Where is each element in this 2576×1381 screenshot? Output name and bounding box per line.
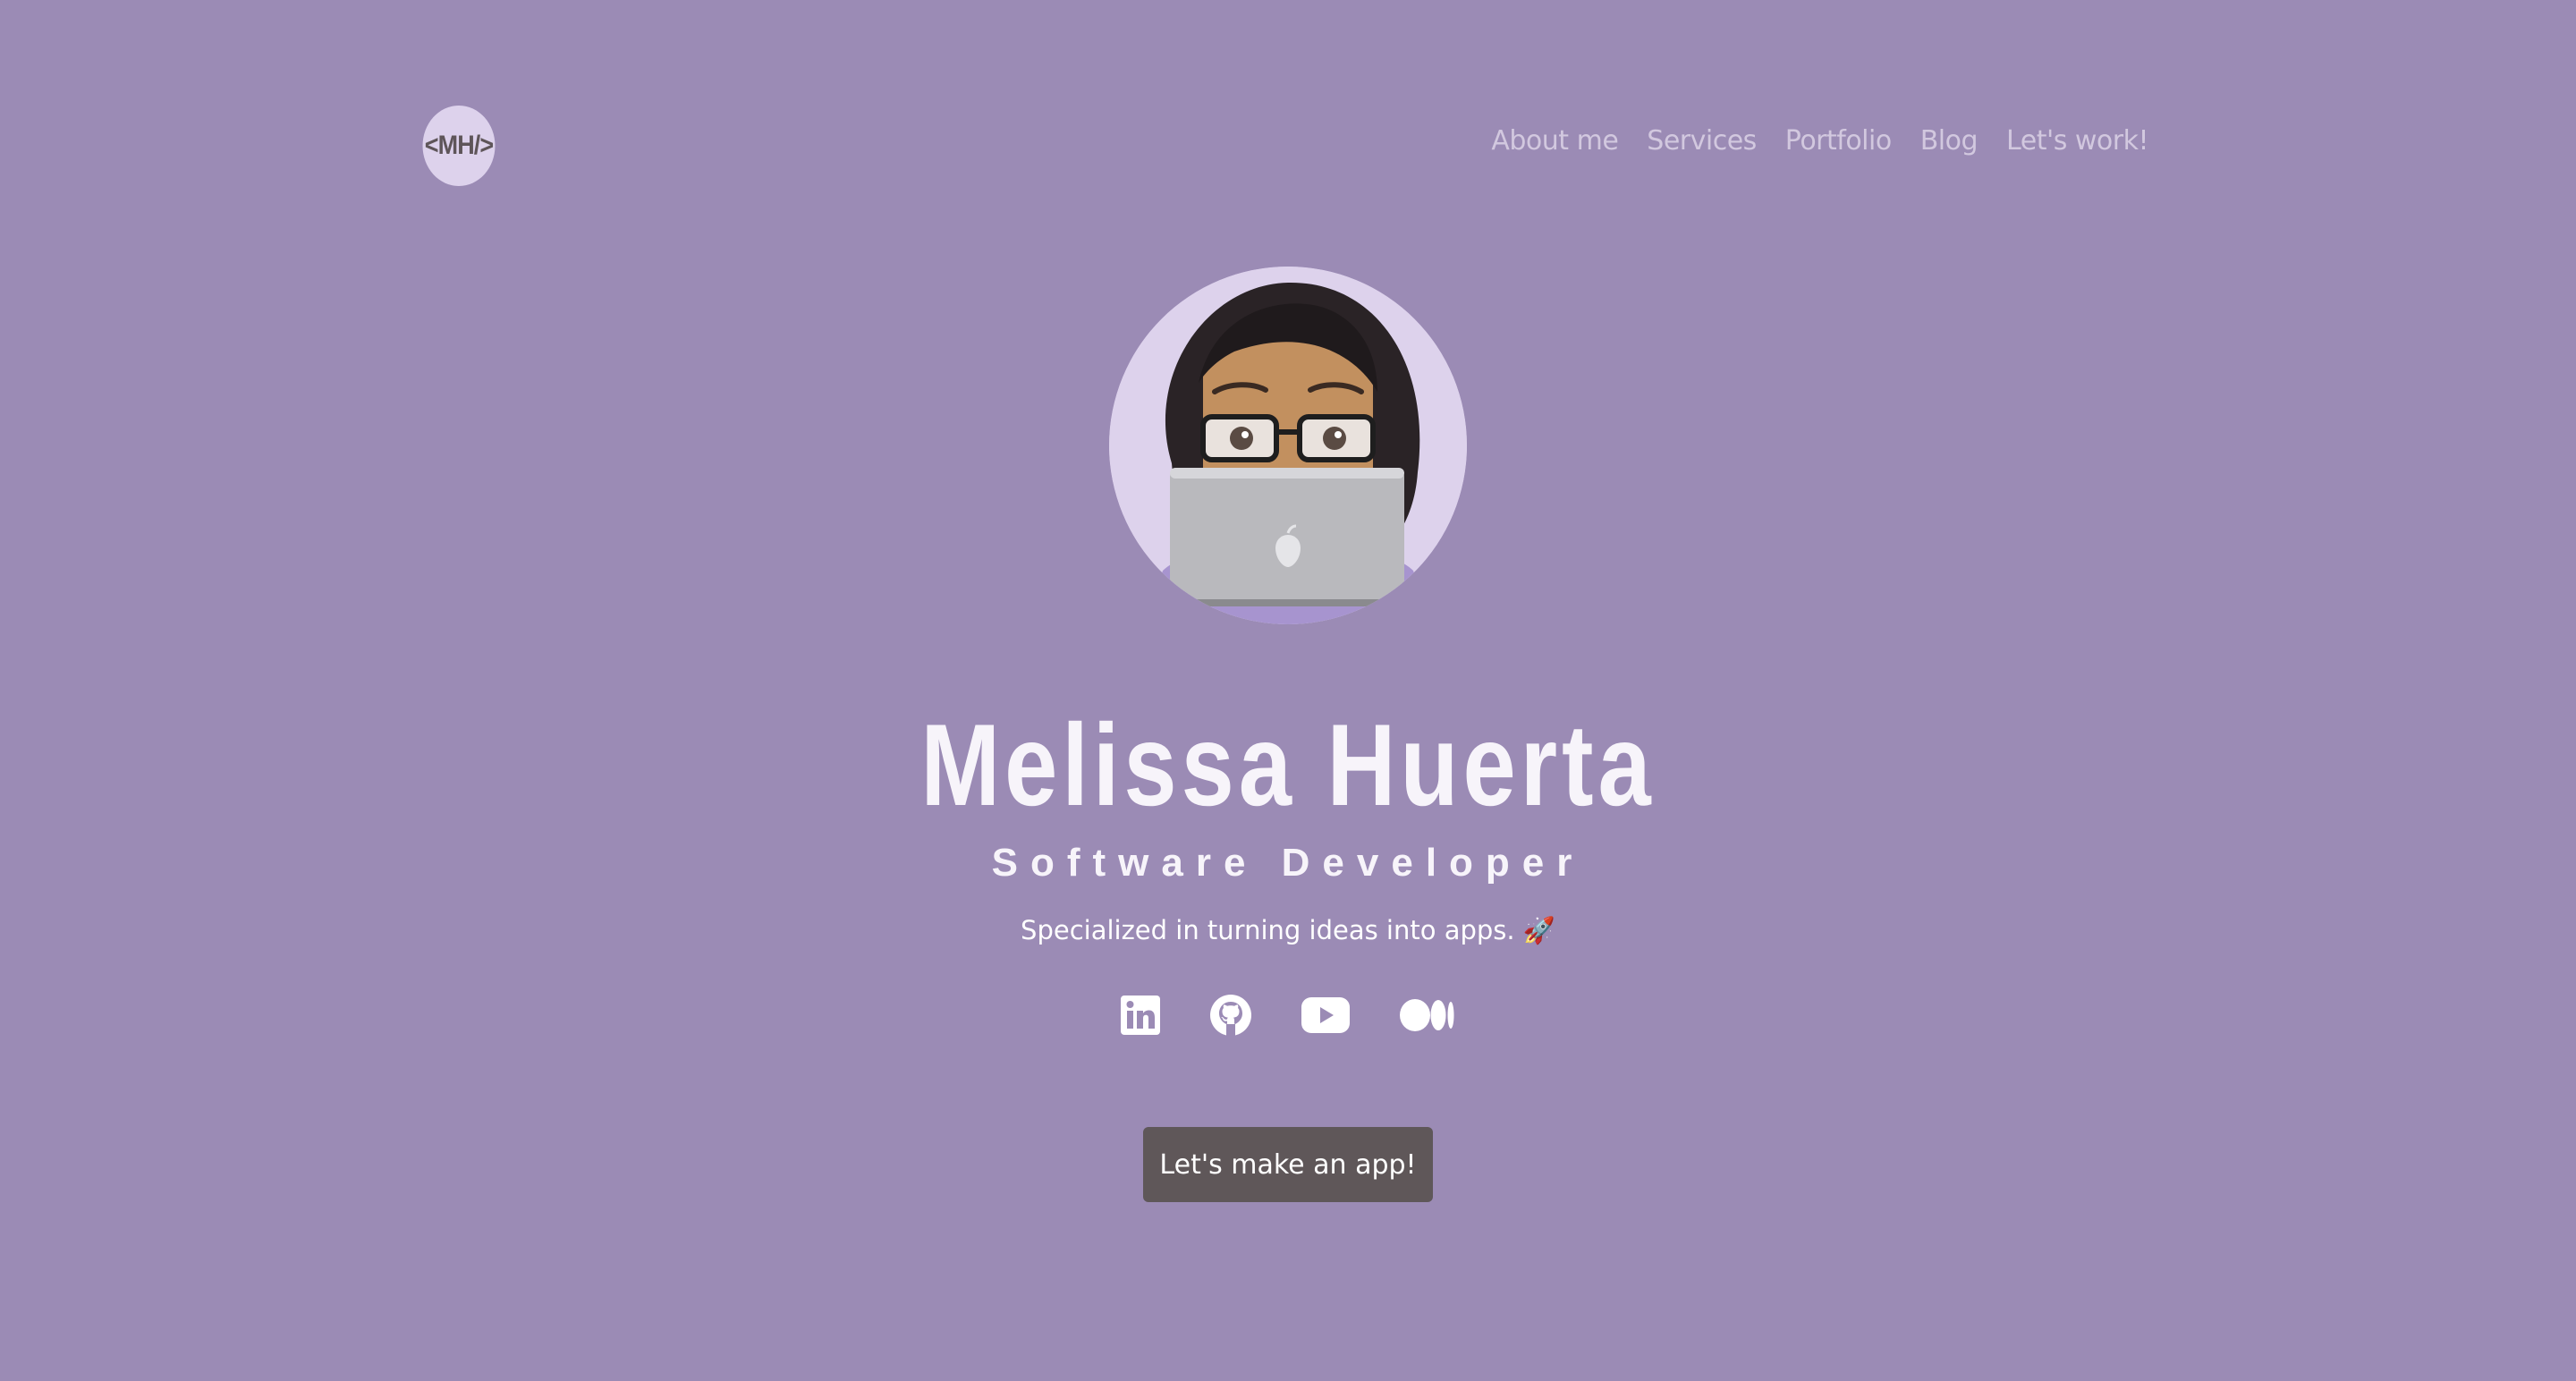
social-links [0, 995, 2576, 1036]
nav-item-services[interactable]: Services [1647, 125, 1757, 157]
hero-role: Software Developer [991, 841, 1585, 885]
avatar [1109, 267, 1467, 624]
hero-tagline: Specialized in turning ideas into apps. … [1021, 915, 1555, 945]
nav-item-portfolio[interactable]: Portfolio [1785, 125, 1892, 157]
linkedin-icon[interactable] [1121, 996, 1160, 1035]
hero-name: Melissa Huerta [920, 699, 1656, 830]
youtube-icon[interactable] [1301, 997, 1350, 1033]
nav-item-lets-work[interactable]: Let's work! [2006, 125, 2148, 157]
nav-item-blog[interactable]: Blog [1920, 125, 1979, 157]
lets-make-an-app-button[interactable]: Let's make an app! [1143, 1127, 1433, 1202]
github-icon[interactable] [1210, 995, 1251, 1036]
nav-item-about-me[interactable]: About me [1491, 125, 1618, 157]
main-nav: About me Services Portfolio Blog Let's w… [1491, 125, 2148, 157]
logo[interactable]: <MH/> [422, 106, 496, 186]
medium-icon[interactable] [1400, 998, 1455, 1032]
